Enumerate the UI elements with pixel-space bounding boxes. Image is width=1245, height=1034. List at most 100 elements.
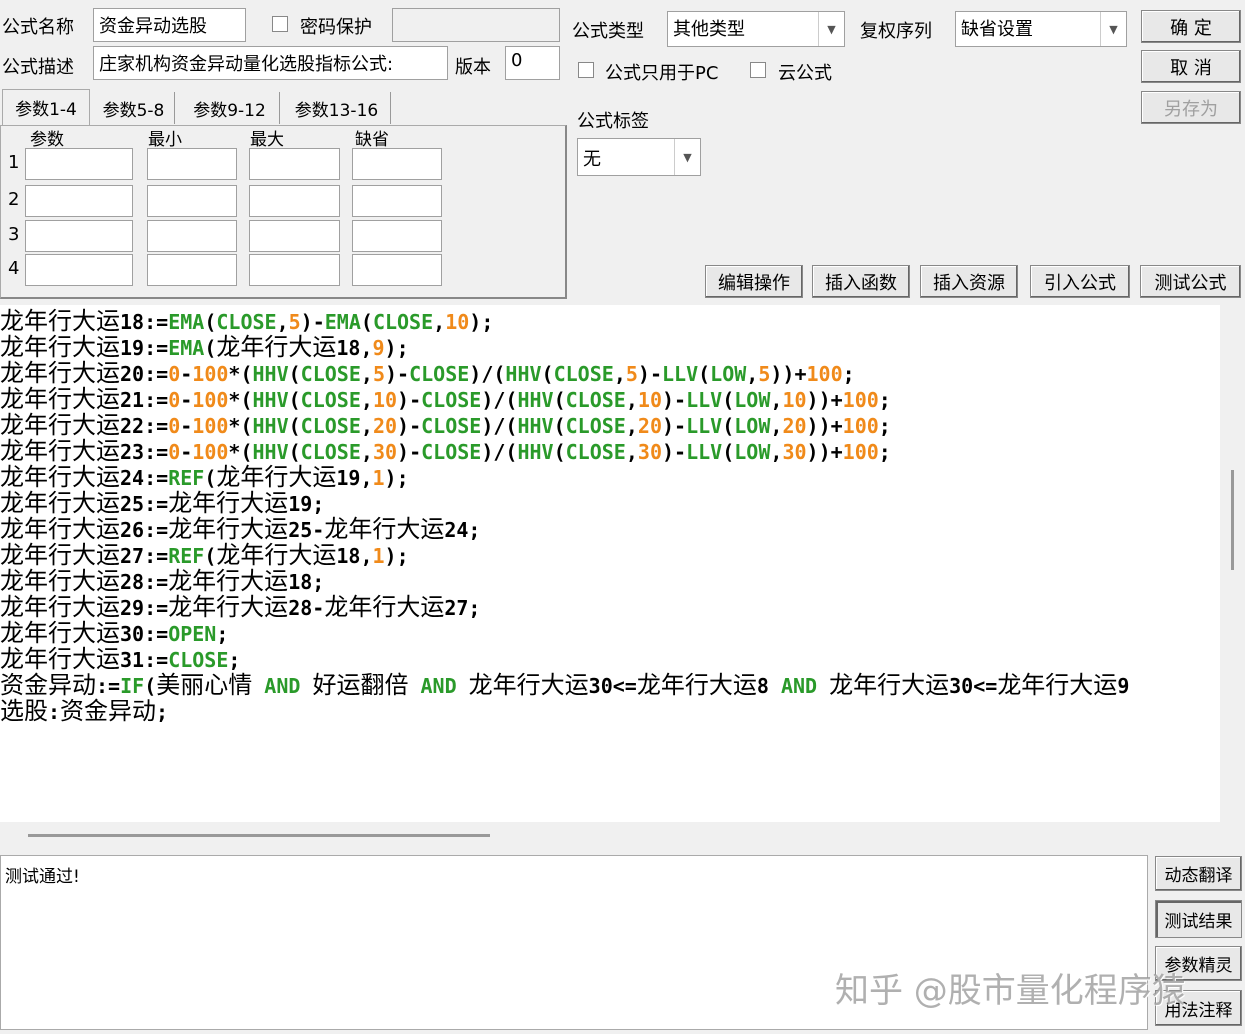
param-min-input[interactable] (147, 148, 237, 180)
tab-params-1-4[interactable]: 参数1-4 (2, 89, 90, 125)
formula-tag-select[interactable]: 无 ▼ (577, 138, 701, 176)
cancel-button[interactable]: 取 消 (1141, 50, 1241, 83)
code-keyword: CLOSE (565, 388, 626, 412)
code-identifier: 龙年行大运 (168, 489, 289, 517)
password-input[interactable] (392, 8, 560, 42)
code-number: 10 (372, 388, 398, 412)
formula-tag-label: 公式标签 (577, 111, 649, 132)
code-identifier: 龙年行大运 (0, 463, 120, 491)
formula-desc-input[interactable]: 庄家机构资金异动量化选股指标公式: (93, 46, 448, 80)
code-line: 龙年行大运21:=0-100*(HHV(CLOSE,10)-CLOSE)/(HH… (0, 386, 1220, 412)
test-formula-button[interactable]: 测试公式 (1140, 265, 1241, 298)
code-text: ))+ (806, 388, 843, 412)
param-min-input[interactable] (147, 185, 237, 217)
code-keyword: LLV (686, 388, 723, 412)
code-text: , (613, 362, 626, 386)
code-number: 0 (168, 388, 181, 412)
code-text: , (625, 414, 638, 438)
code-text: , (433, 310, 446, 334)
param-max-input[interactable] (249, 220, 340, 252)
vertical-scrollbar[interactable] (1220, 305, 1245, 822)
insert-function-button[interactable]: 插入函数 (812, 265, 910, 298)
param-min-input[interactable] (147, 254, 237, 286)
param-name-input[interactable] (25, 254, 133, 286)
formula-type-value: 其他类型 (673, 19, 745, 40)
cloud-checkbox[interactable] (750, 62, 766, 78)
param-default-input[interactable] (352, 148, 442, 180)
code-number: 100 (192, 388, 229, 412)
code-text: - (180, 440, 193, 464)
code-identifier: 龙年行大运 (168, 567, 289, 595)
code-text: ( (553, 414, 566, 438)
code-number: 0 (168, 414, 181, 438)
code-text: ( (204, 544, 217, 568)
param-default-input[interactable] (352, 254, 442, 286)
insert-resource-button[interactable]: 插入资源 (920, 265, 1018, 298)
formula-type-label: 公式类型 (572, 21, 644, 42)
horizontal-scrollbar[interactable] (0, 822, 1220, 850)
vertical-scrollbar-thumb[interactable] (1231, 470, 1234, 570)
edit-operation-button[interactable]: 编辑操作 (705, 265, 803, 298)
code-text: ))+ (806, 440, 843, 464)
code-text: , (360, 414, 373, 438)
code-text: 25 (120, 492, 145, 516)
code-text: ( (553, 388, 566, 412)
pc-only-checkbox[interactable] (578, 62, 594, 78)
formula-name-label: 公式名称 (2, 17, 74, 38)
code-keyword: LLV (662, 362, 699, 386)
code-text: 30 (949, 674, 974, 698)
code-text: , (360, 388, 373, 412)
rights-label: 复权序列 (860, 21, 932, 42)
code-text: )- (384, 362, 410, 386)
code-identifier: 龙年行大运 (216, 333, 337, 361)
param-default-input[interactable] (352, 185, 442, 217)
param-row-number: 4 (8, 258, 20, 279)
formula-name-input[interactable]: 资金异动选股 (93, 8, 246, 42)
formula-type-select[interactable]: 其他类型 ▼ (667, 11, 845, 47)
code-line: 龙年行大运25:=龙年行大运19; (0, 490, 1220, 516)
code-number: 30 (782, 440, 807, 464)
tab-params-5-8[interactable]: 参数5-8 (93, 92, 175, 124)
param-name-input[interactable] (25, 148, 133, 180)
code-editor[interactable]: 龙年行大运18:=EMA(CLOSE,5)-EMA(CLOSE,10); 龙年行大… (0, 305, 1220, 822)
code-keyword: CLOSE (553, 362, 614, 386)
param-default-input[interactable] (352, 220, 442, 252)
param-max-input[interactable] (249, 148, 340, 180)
code-text: 18 (288, 570, 313, 594)
save-as-button[interactable]: 另存为 (1141, 91, 1241, 124)
param-header-name: 参数 (30, 130, 64, 150)
param-min-input[interactable] (147, 220, 237, 252)
code-text: ( (144, 674, 157, 698)
param-name-input[interactable] (25, 185, 133, 217)
code-keyword: CLOSE (300, 388, 361, 412)
code-text: ; (216, 622, 229, 646)
password-checkbox[interactable] (272, 16, 288, 32)
code-keyword: CLOSE (372, 310, 434, 334)
code-identifier: 龙年行大运 (0, 359, 120, 387)
param-max-input[interactable] (249, 254, 340, 286)
code-text: - (312, 596, 325, 620)
dynamic-translate-button[interactable]: 动态翻译 (1155, 856, 1242, 891)
param-name-input[interactable] (25, 220, 133, 252)
version-input[interactable]: 0 (505, 46, 560, 80)
param-max-input[interactable] (249, 185, 340, 217)
code-keyword: HHV (517, 414, 554, 438)
code-text: , (360, 544, 373, 568)
watermark: 知乎 @股市量化程序猿 (835, 971, 1186, 1011)
code-text: *( (228, 414, 253, 438)
horizontal-scrollbar-thumb[interactable] (28, 834, 490, 837)
code-text: 24 (444, 518, 469, 542)
code-line: 资金异动:=IF(美丽心情 AND 好运翻倍 AND 龙年行大运30<=龙年行大… (0, 672, 1220, 698)
code-text: 19 (336, 466, 361, 490)
tab-params-9-12[interactable]: 参数9-12 (180, 92, 280, 124)
import-formula-button[interactable]: 引入公式 (1030, 265, 1130, 298)
code-keyword: HHV (505, 362, 542, 386)
code-number: 1 (372, 544, 385, 568)
ok-button[interactable]: 确 定 (1141, 10, 1241, 43)
tab-params-13-16[interactable]: 参数13-16 (283, 92, 391, 124)
chevron-down-icon: ▼ (1100, 12, 1126, 46)
rights-select[interactable]: 缺省设置 ▼ (955, 11, 1127, 47)
test-result-button[interactable]: 测试结果 (1155, 900, 1242, 938)
